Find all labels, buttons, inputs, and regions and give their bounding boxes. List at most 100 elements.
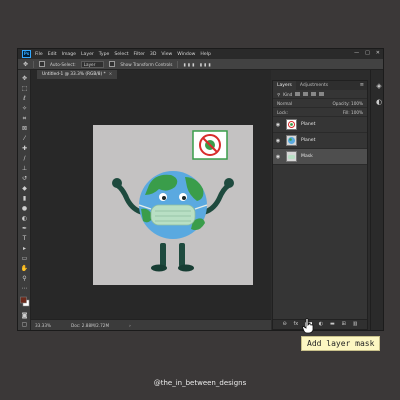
- rectangle-tool-icon[interactable]: ▭: [21, 256, 28, 262]
- move-tool-icon[interactable]: ✥: [23, 61, 28, 68]
- right-foot: [178, 264, 194, 272]
- lock-row: Lock: Fill: 100%: [273, 108, 367, 117]
- marquee-tool-icon[interactable]: ⬚: [21, 86, 28, 92]
- trash-icon[interactable]: ▥: [353, 322, 358, 327]
- dodge-tool-icon[interactable]: ◐: [21, 216, 28, 222]
- hand-cursor-icon: [302, 318, 314, 334]
- panel-dock: Layers Adjustments ≡ ⚲ Kind Normal Opaci…: [271, 70, 383, 330]
- lasso-tool-icon[interactable]: ℓ: [21, 96, 28, 102]
- menu-image[interactable]: Image: [62, 52, 76, 57]
- status-arrow-icon[interactable]: ›: [129, 323, 131, 328]
- zoom-level[interactable]: 33.33%: [35, 323, 51, 328]
- options-divider: [177, 60, 179, 68]
- auto-select-label: Auto-Select:: [50, 61, 76, 67]
- menu-layer[interactable]: Layer: [81, 52, 94, 57]
- menu-window[interactable]: Window: [177, 52, 195, 57]
- adjustment-icon[interactable]: ◐: [319, 322, 323, 327]
- minimize-button[interactable]: —: [354, 50, 359, 56]
- window-controls: — □ ✕: [354, 50, 380, 56]
- search-icon: ⚲: [277, 91, 281, 97]
- fx-icon[interactable]: fx: [294, 322, 299, 327]
- layers-panel: Layers Adjustments ≡ ⚲ Kind Normal Opaci…: [272, 80, 368, 330]
- link-icon[interactable]: ⊖: [282, 322, 286, 327]
- close-tab-button[interactable]: ×: [109, 72, 113, 77]
- layer-row[interactable]: ◉ Planet: [273, 133, 367, 149]
- artboard[interactable]: [93, 125, 253, 285]
- menu-view[interactable]: View: [161, 52, 172, 57]
- pen-tool-icon[interactable]: ✒: [21, 226, 28, 232]
- left-leg: [160, 243, 166, 267]
- filter-adjustment-icon[interactable]: [303, 92, 309, 96]
- move-tool-icon[interactable]: ✥: [21, 76, 28, 82]
- frame-tool-icon[interactable]: ⊠: [21, 126, 28, 132]
- menu-type[interactable]: Type: [99, 52, 110, 57]
- eraser-tool-icon[interactable]: ◆: [21, 186, 28, 192]
- crop-tool-icon[interactable]: ⌗: [21, 116, 28, 122]
- panel-tabs: Layers Adjustments ≡: [273, 81, 367, 90]
- planet-illustration: [112, 130, 234, 272]
- auto-select-dropdown[interactable]: Layer: [80, 60, 105, 68]
- maximize-button[interactable]: □: [365, 50, 370, 56]
- menu-filter[interactable]: Filter: [134, 52, 145, 57]
- mask-icon: [286, 151, 297, 162]
- close-window-button[interactable]: ✕: [376, 50, 380, 56]
- auto-select-checkbox[interactable]: [39, 61, 46, 67]
- filter-type-icon[interactable]: [311, 92, 317, 96]
- menu-3d[interactable]: 3D: [150, 52, 156, 57]
- layer-name: Planet: [301, 138, 316, 143]
- healing-brush-tool-icon[interactable]: ✚: [21, 146, 28, 152]
- tab-layers[interactable]: Layers: [273, 81, 296, 90]
- gradient-tool-icon[interactable]: ▮: [21, 196, 28, 202]
- eyedropper-tool-icon[interactable]: ⁄: [21, 136, 28, 142]
- fill-field[interactable]: Fill: 100%: [343, 110, 363, 115]
- zoom-tool-icon[interactable]: ⚲: [21, 276, 28, 282]
- brush-tool-icon[interactable]: ∕: [21, 156, 28, 162]
- photoshop-window: Ps File Edit Image Layer Type Select Fil…: [17, 48, 384, 331]
- lock-label: Lock:: [277, 109, 288, 115]
- layer-filter-row: ⚲ Kind: [273, 90, 367, 99]
- filter-pixel-icon[interactable]: [295, 92, 301, 96]
- menu-edit[interactable]: Edit: [48, 52, 57, 57]
- adjustments-icon[interactable]: ◐: [375, 98, 383, 106]
- screen-mode-icon[interactable]: ▢: [21, 322, 28, 328]
- panel-icon-strip: ◈ ◐: [370, 70, 383, 330]
- history-brush-tool-icon[interactable]: ↺: [21, 176, 28, 182]
- eye-icon[interactable]: ◉: [273, 122, 283, 128]
- folder-icon[interactable]: ▬: [330, 322, 335, 327]
- panel-menu-icon[interactable]: ≡: [360, 81, 364, 90]
- canvas-area[interactable]: [31, 79, 271, 319]
- document-size: Doc: 2.88M/2.72M: [70, 323, 110, 328]
- color-swatches[interactable]: [20, 296, 30, 308]
- opacity-field[interactable]: Opacity: 100%: [332, 101, 363, 106]
- blend-mode-dropdown[interactable]: Normal: [277, 101, 292, 106]
- more-tools-icon[interactable]: ⋯: [21, 286, 28, 292]
- clone-stamp-tool-icon[interactable]: ⊥: [21, 166, 28, 172]
- menu-help[interactable]: Help: [200, 52, 210, 57]
- layer-row[interactable]: ◉ Planet: [273, 117, 367, 133]
- magic-wand-tool-icon[interactable]: ✧: [21, 106, 28, 112]
- filter-kind-dropdown[interactable]: Kind: [283, 92, 292, 97]
- document-tab-bar: Untitled-1 @ 33.3% (RGB/8) * ×: [31, 70, 271, 79]
- right-pupil: [182, 196, 186, 200]
- layer-row[interactable]: ◉ Mask: [273, 149, 367, 165]
- quick-mask-icon[interactable]: ◙: [21, 313, 28, 319]
- hand-tool-icon[interactable]: ✋: [21, 266, 28, 272]
- transform-controls-checkbox[interactable]: [109, 61, 116, 67]
- new-layer-icon[interactable]: ⊞: [342, 322, 346, 327]
- blur-tool-icon[interactable]: ●: [21, 206, 28, 212]
- document-title: Untitled-1 @ 33.3% (RGB/8) *: [42, 72, 106, 77]
- layers-panel-footer: ⊖ fx ▣ ◐ ▬ ⊞ ▥: [273, 319, 367, 329]
- menu-file[interactable]: File: [35, 52, 43, 57]
- right-fist: [224, 178, 234, 188]
- align-icons[interactable]: ▮▮▮ ▮▮▮: [183, 62, 212, 67]
- tab-adjustments[interactable]: Adjustments: [296, 81, 332, 90]
- eye-icon[interactable]: ◉: [273, 138, 283, 144]
- menu-select[interactable]: Select: [114, 52, 128, 57]
- filter-shape-icon[interactable]: [319, 92, 325, 96]
- planet-icon: [286, 135, 297, 146]
- layers-stack-icon[interactable]: ◈: [375, 82, 383, 90]
- eye-icon[interactable]: ◉: [273, 154, 283, 160]
- path-selection-tool-icon[interactable]: ▸: [21, 246, 28, 252]
- type-tool-icon[interactable]: T: [21, 236, 28, 242]
- document-tab[interactable]: Untitled-1 @ 33.3% (RGB/8) * ×: [37, 70, 118, 79]
